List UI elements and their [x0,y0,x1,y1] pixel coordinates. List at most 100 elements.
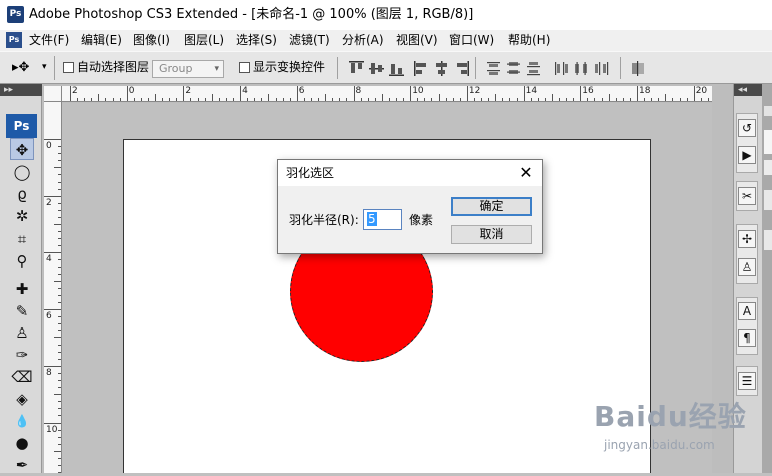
tool-presets-icon[interactable]: ✂ [738,187,756,205]
ruler-tick [693,86,695,101]
align-bottom-icon[interactable] [388,60,405,77]
paint-bucket-tool-icon[interactable]: ◈ [10,388,34,410]
auto-select-checkbox[interactable] [63,62,74,73]
menu-help[interactable]: 帮助(H) [508,30,550,51]
align-right-icon[interactable] [453,60,470,77]
ruler-tick [580,86,582,101]
ruler-tick [509,98,511,101]
eraser-tool-icon[interactable]: ⌫ [10,366,34,388]
photoshop-logo[interactable]: Ps [6,114,37,138]
distribute-left-icon[interactable] [553,60,570,77]
ruler-tick [530,98,532,101]
close-icon[interactable]: ✕ [515,162,537,184]
layer-comps-icon[interactable]: ☰ [738,372,756,390]
ruler-tick [58,457,61,459]
ruler-tick [58,316,61,318]
distribute-horizontal-center-icon[interactable] [573,60,590,77]
menu-analysis[interactable]: 分析(A) [342,30,384,51]
ruler-tick [622,98,624,101]
menu-view[interactable]: 视图(V) [396,30,438,51]
ruler-tick [183,86,185,101]
ruler-tick [58,436,61,438]
document-menu-icon[interactable]: Ps [6,32,22,48]
ruler-origin[interactable] [44,86,62,102]
move-tool-preset-icon[interactable]: ▸✥ [12,59,29,77]
menu-window[interactable]: 窗口(W) [449,30,494,51]
ruler-tick [424,98,426,101]
ruler-tick [140,98,142,101]
blur-tool-icon[interactable]: 💧 [10,410,34,432]
collapsed-panel-tab[interactable] [764,106,772,116]
ruler-tick [197,98,199,101]
ruler-tick [211,94,213,101]
paragraph-panel-icon[interactable]: ¶ [738,329,756,347]
crop-tool-icon[interactable]: ⌗ [10,228,34,250]
distribute-top-icon[interactable] [485,60,502,77]
ruler-tick [58,379,61,381]
history-panel-icon[interactable]: ↺ [738,119,756,137]
distribute-right-icon[interactable] [593,60,610,77]
horizontal-ruler[interactable]: 2 0 2 4 6 8 10 12 14 16 18 20 [62,86,712,102]
move-tool-icon[interactable]: ✥ [10,138,34,160]
magic-wand-tool-icon[interactable]: ✲ [10,205,34,227]
feather-radius-input[interactable]: 5 [363,209,402,230]
vertical-ruler[interactable]: 0 2 4 6 8 10 [44,102,62,473]
align-vertical-center-icon[interactable] [368,60,385,77]
menu-layer[interactable]: 图层(L) [184,30,224,51]
ruler-tick [339,98,341,101]
collapsed-panel-tab[interactable] [764,190,772,210]
menu-select[interactable]: 选择(S) [236,30,277,51]
brushes-panel-icon[interactable]: ✢ [738,230,756,248]
pixels-unit-label: 像素 [409,213,434,227]
ruler-tick [523,86,525,101]
ruler-tick [112,98,114,101]
collapsed-panel-tab[interactable] [764,160,772,175]
auto-select-group-dropdown[interactable]: Group ▾ [152,60,224,78]
healing-brush-tool-icon[interactable]: ✚ [10,278,34,300]
actions-panel-icon[interactable]: ▶ [738,146,756,164]
menu-filter[interactable]: 滤镜(T) [289,30,330,51]
marquee-tool-icon[interactable]: ◯ [10,161,34,183]
auto-align-layers-icon[interactable] [630,60,647,77]
show-transform-checkbox[interactable] [239,62,250,73]
align-horizontal-center-icon[interactable] [433,60,450,77]
cancel-button[interactable]: 取消 [451,225,532,244]
ruler-tick [70,86,71,101]
ruler-tick [204,98,206,101]
character-panel-icon[interactable]: A [738,302,756,320]
ruler-tick [268,94,270,101]
baidu-watermark: Baidu经验 [594,400,747,433]
distribute-vertical-center-icon[interactable] [505,60,522,77]
ruler-tick [44,365,61,367]
collapsed-panel-tab[interactable] [764,230,772,250]
options-divider [620,57,621,79]
title-bar: Ps Adobe Photoshop CS3 Extended - [未命名-1… [0,0,772,30]
dodge-tool-icon[interactable]: ● [10,432,34,454]
expand-arrows-icon[interactable]: ◂◂ [738,84,747,96]
lasso-tool-icon[interactable]: ϱ [10,183,34,205]
align-top-icon[interactable] [348,60,365,77]
ruler-tick [218,98,220,101]
menu-file[interactable]: 文件(F) [29,30,69,51]
distribute-bottom-icon[interactable] [525,60,542,77]
ruler-tick [261,98,263,101]
show-transform-label: 显示变换控件 [253,60,326,74]
eyedropper-tool-icon[interactable]: ⚲ [10,250,34,272]
ok-button[interactable]: 确定 [451,197,532,216]
align-left-icon[interactable] [413,60,430,77]
ruler-tick [58,245,61,247]
dialog-title-bar[interactable]: 羽化选区 ✕ [278,160,542,186]
ruler-label: 14 [525,86,538,96]
ruler-tick [473,98,475,101]
clone-source-icon[interactable]: ♙ [738,258,756,276]
collapsed-panel-tab[interactable] [764,130,772,154]
brush-tool-icon[interactable]: ✎ [10,300,34,322]
ruler-tick [58,344,61,346]
preset-dropdown-arrow-icon[interactable]: ▾ [42,60,47,74]
menu-edit[interactable]: 编辑(E) [81,30,122,51]
menu-image[interactable]: 图像(I) [133,30,170,51]
collapse-arrows-icon[interactable]: ▸▸ [4,84,13,96]
history-brush-tool-icon[interactable]: ✑ [10,344,34,366]
ruler-tick [318,98,320,101]
stamp-tool-icon[interactable]: ♙ [10,322,34,344]
